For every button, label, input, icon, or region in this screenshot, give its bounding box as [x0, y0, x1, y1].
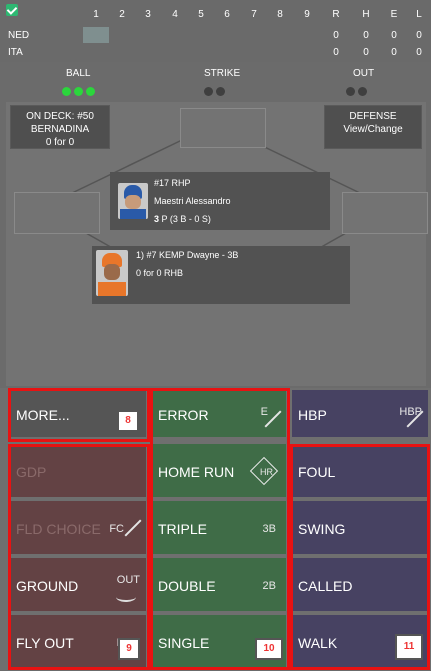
totals-header: E	[390, 9, 398, 20]
scoreboard: 1 2 3 4 5 6 7 8 9 R H E L NED 0 0 0 0 IT…	[0, 0, 431, 62]
ball-indicator	[74, 87, 83, 96]
batter-name: 1) #7 KEMP Dwayne - 3B	[136, 250, 239, 260]
on-deck-player: BERNADINA	[30, 124, 90, 135]
inning-header: 7	[251, 9, 257, 20]
team-total: 0	[416, 30, 422, 41]
hbp-button[interactable]: HBP HBP	[292, 390, 428, 440]
pitcher-name: Maestri Alessandro	[154, 196, 231, 206]
team-total: 0	[333, 30, 339, 41]
first-base[interactable]	[342, 192, 428, 234]
out-indicator	[346, 87, 355, 96]
strike-label: STRIKE	[204, 68, 241, 79]
pitcher-card[interactable]: #17 RHP Maestri Alessandro 3 P (3 B - 0 …	[110, 172, 330, 230]
defense-label: DEFENSE	[349, 111, 397, 122]
ball-indicator	[86, 87, 95, 96]
on-deck-stats: 0 for 0	[45, 137, 75, 148]
ball-indicator	[62, 87, 71, 96]
team-row: NED 0 0 0 0	[0, 27, 431, 44]
team-total: 0	[416, 47, 422, 58]
batter-card[interactable]: 1) #7 KEMP Dwayne - 3B 0 for 0 RHB	[92, 246, 350, 304]
inning-header: 4	[172, 9, 178, 20]
pitch-count-detail: P (3 B - 0 S)	[159, 214, 211, 224]
pitch-count: 3 P (3 B - 0 S)	[154, 214, 211, 224]
out-indicator	[358, 87, 367, 96]
pitcher-number: #17 RHP	[154, 178, 191, 188]
on-deck-card[interactable]: ON DECK: #50 BERNADINA 0 for 0	[10, 105, 110, 149]
field-area: ON DECK: #50 BERNADINA 0 for 0 DEFENSE V…	[6, 102, 428, 386]
annotation-badge-9: 9	[118, 638, 140, 660]
pitcher-avatar	[118, 183, 148, 219]
batter-avatar	[96, 250, 128, 296]
ball-label: BALL	[66, 68, 91, 79]
scoreboard-header-row: 1 2 3 4 5 6 7 8 9 R H E L	[0, 6, 431, 23]
annotation-box-9	[8, 444, 150, 670]
totals-header: H	[362, 9, 370, 20]
inning-header: 6	[224, 9, 230, 20]
team-name: NED	[8, 30, 30, 41]
strike-indicator	[216, 87, 225, 96]
inning-header: 5	[198, 9, 204, 20]
batter-stats: 0 for 0 RHB	[136, 268, 184, 278]
on-deck-label: ON DECK: #50	[26, 111, 94, 122]
strike-indicator	[204, 87, 213, 96]
defense-view-change: View/Change	[343, 124, 403, 135]
inning-header: 2	[119, 9, 125, 20]
team-total: 0	[391, 47, 397, 58]
inning-header: 1	[93, 9, 99, 20]
hbp-label: HBP	[298, 407, 327, 423]
third-base[interactable]	[14, 192, 100, 234]
annotation-badge-8: 8	[117, 410, 139, 432]
annotation-badge-10: 10	[255, 638, 283, 660]
annotation-badge-11: 11	[395, 634, 423, 660]
totals-header: R	[332, 9, 340, 20]
team-total: 0	[391, 30, 397, 41]
totals-header: L	[416, 9, 422, 20]
inning-header: 8	[277, 9, 283, 20]
inning-header: 9	[304, 9, 310, 20]
team-total: 0	[363, 47, 369, 58]
defense-button[interactable]: DEFENSE View/Change	[324, 105, 422, 149]
annotation-box-10	[150, 388, 290, 670]
inning-header: 3	[145, 9, 151, 20]
second-base[interactable]	[180, 108, 266, 148]
team-name: ITA	[8, 47, 23, 58]
out-label: OUT	[353, 68, 375, 79]
team-row: ITA 0 0 0 0	[0, 44, 431, 61]
team-total: 0	[333, 47, 339, 58]
team-total: 0	[363, 30, 369, 41]
